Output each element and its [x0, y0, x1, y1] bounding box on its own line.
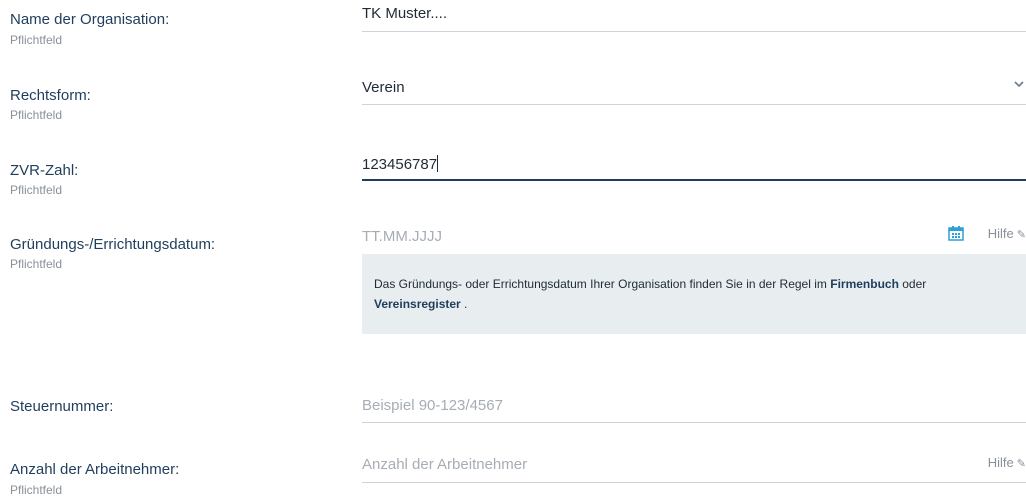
rechtsform-required-hint: Pflichtfeld: [10, 108, 63, 122]
arbeitnehmer-required-hint: Pflichtfeld: [10, 483, 63, 497]
datum-required-hint: Pflichtfeld: [10, 257, 63, 271]
arbeitnehmer-placeholder: Anzahl der Arbeitnehmer: [362, 456, 528, 473]
vereinsregister-link[interactable]: Vereinsregister: [374, 297, 461, 311]
calendar-icon[interactable]: [948, 225, 964, 241]
datum-placeholder: TT.MM.JJJJ: [362, 228, 442, 245]
arbeitnehmer-help-toggle[interactable]: Hilfe ✎: [988, 455, 1026, 470]
steuer-input[interactable]: Beispiel 90-123/4567: [362, 391, 1026, 423]
datum-help-box: Das Gründungs- oder Errichtungsdatum Ihr…: [362, 254, 1026, 334]
pencil-icon: ✎: [1016, 458, 1026, 470]
zvr-required-hint: Pflichtfeld: [10, 183, 63, 197]
organisation-required-hint: Pflichtfeld: [10, 33, 63, 47]
organisation-input[interactable]: TK Muster....: [362, 0, 1026, 32]
text-caret: [437, 155, 439, 172]
chevron-down-icon[interactable]: [1012, 77, 1026, 91]
rechtsform-label: Rechtsform:: [10, 87, 91, 104]
datum-label: Gründungs-/Errichtungsdatum:: [10, 236, 216, 253]
zvr-label: ZVR-Zahl:: [10, 162, 79, 179]
organisation-label: Name der Organisation:: [10, 11, 170, 28]
datum-input[interactable]: TT.MM.JJJJ Hilfe ✎: [362, 222, 1026, 254]
datum-help-toggle[interactable]: Hilfe ✎: [988, 226, 1026, 241]
firmenbuch-link[interactable]: Firmenbuch: [830, 277, 899, 291]
rechtsform-select[interactable]: Verein: [362, 73, 1026, 105]
zvr-value: 123456787: [362, 155, 439, 173]
arbeitnehmer-label: Anzahl der Arbeitnehmer:: [10, 461, 180, 478]
organisation-value: TK Muster....: [362, 5, 448, 22]
pencil-icon: ✎: [1016, 229, 1026, 241]
steuer-label: Steuernummer:: [10, 398, 114, 415]
zvr-input[interactable]: 123456787: [362, 149, 1026, 181]
steuer-placeholder: Beispiel 90-123/4567: [362, 397, 503, 414]
rechtsform-value: Verein: [362, 79, 405, 96]
arbeitnehmer-input[interactable]: Anzahl der Arbeitnehmer Hilfe ✎: [362, 451, 1026, 483]
